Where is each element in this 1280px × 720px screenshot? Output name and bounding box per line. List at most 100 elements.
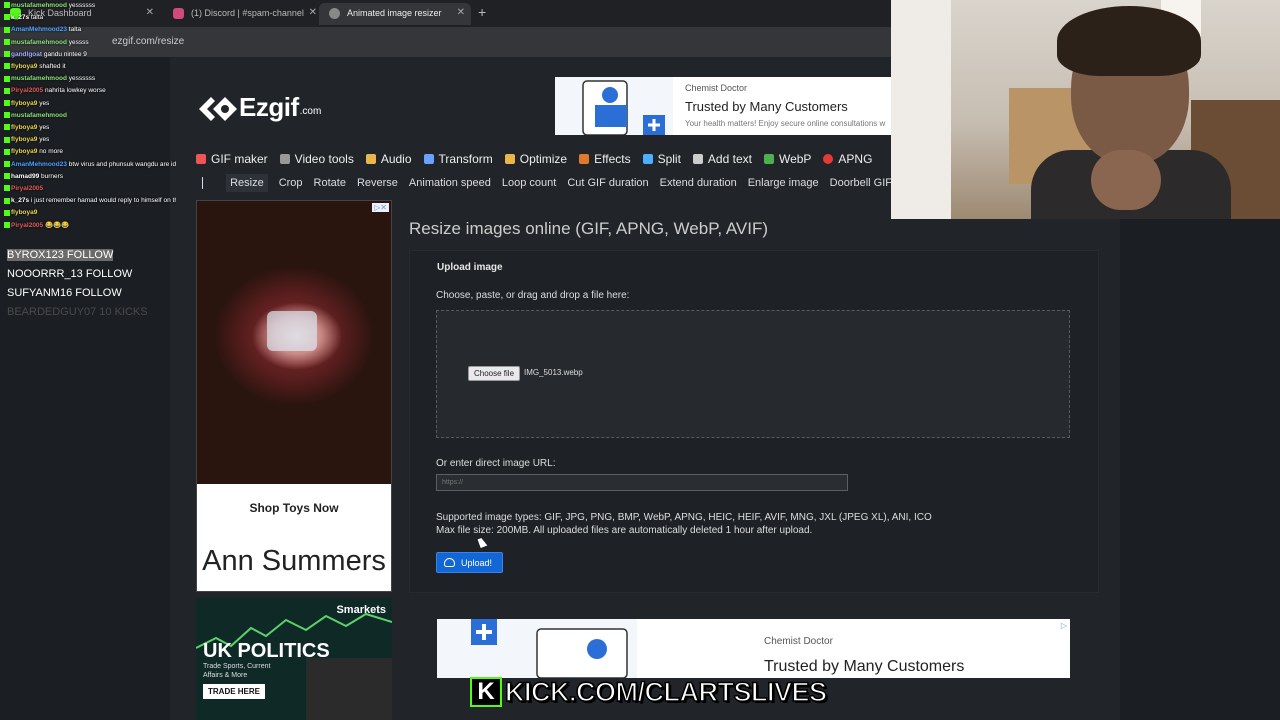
chat-username[interactable]: flyboya9 (11, 136, 37, 143)
chat-username[interactable]: AmanMehmood23 (11, 26, 67, 33)
chat-message: k_27s i just remember hamad would reply … (0, 195, 176, 207)
chat-username[interactable]: flyboya9 (11, 63, 37, 70)
ad-brand: Chemist Doctor (764, 636, 833, 647)
chat-text: shafted it (39, 63, 66, 71)
upload-button[interactable]: Upload! (436, 552, 504, 573)
kick-banner-text: KICK.COM/CLARTSLIVES (504, 676, 828, 708)
nav-apng[interactable]: APNG (823, 146, 872, 168)
page-title: Resize images online (GIF, APNG, WebP, A… (409, 219, 769, 238)
chat-text: burners (41, 172, 64, 180)
subnav-crop[interactable]: Crop (279, 177, 303, 189)
chat-username[interactable]: mustafamehmood (11, 2, 67, 9)
chat-username[interactable]: flyboya9 (11, 100, 37, 107)
tab-label: Animated image resizer (347, 8, 442, 18)
nav-transform[interactable]: Transform (423, 146, 493, 168)
subnav-rotate[interactable]: Rotate (314, 177, 346, 189)
nav-webp[interactable]: WebP (763, 146, 812, 168)
chat-username[interactable]: mustafamehmood (11, 39, 67, 46)
chat-badge-icon (4, 197, 10, 204)
subnav-resize[interactable]: Resize (226, 174, 268, 192)
ad-illustration (555, 77, 673, 135)
stream-chat-overlay: mustafamehmood yessssss k_27s talta AmanMe… (0, 0, 176, 229)
chat-message: flyboya9 yes (0, 134, 176, 146)
chat-username[interactable]: flyboya9 (11, 209, 37, 216)
subnav-cut-gif-duration[interactable]: Cut GIF duration (567, 177, 648, 189)
ezgif-logo-icon (197, 93, 237, 123)
tab-label: (1) Discord | #spam-channel (191, 8, 304, 18)
subnav-extend-duration[interactable]: Extend duration (660, 177, 737, 189)
chat-username[interactable]: mustafamehmood (11, 75, 67, 82)
chat-message: flyboya9 shafted it (0, 61, 176, 73)
subnav-animation-speed[interactable]: Animation speed (409, 177, 491, 189)
nav-gif-maker[interactable]: GIF maker (196, 146, 268, 168)
chemist-doctor-ad-top[interactable]: Chemist Doctor Trusted by Many Customers… (555, 77, 892, 135)
chat-username[interactable]: AmanMehmood23 (11, 161, 67, 168)
subnav-doorbell-gif[interactable]: Doorbell GIF (830, 177, 892, 189)
nav-effects[interactable]: Effects (579, 146, 631, 168)
kick-logo-icon: K (470, 677, 502, 707)
nav-label: Split (657, 152, 681, 166)
tab-discord[interactable]: (1) Discord | #spam-channel ✕ (163, 3, 323, 25)
subnav-enlarge-image[interactable]: Enlarge image (748, 177, 819, 189)
nav-video-tools[interactable]: Video tools (279, 146, 354, 168)
chat-message: AmanMehmood23 talta (0, 24, 176, 36)
sub-nav: Resize Crop Rotate Reverse Animation spe… (196, 172, 892, 194)
chat-username[interactable]: gandlgoat (11, 51, 42, 58)
chat-badge-icon (4, 221, 10, 228)
choose-file-button[interactable]: Choose file (468, 366, 521, 381)
ad-choices-icon[interactable]: ▷ (1061, 621, 1067, 630)
chat-username[interactable]: Piryal2005 (11, 185, 43, 192)
chat-username[interactable]: flyboya9 (11, 148, 37, 155)
nav-split[interactable]: Split (642, 146, 681, 168)
tab-animated-image-resizer[interactable]: Animated image resizer ✕ (319, 3, 471, 25)
new-tab-icon[interactable]: + (478, 4, 486, 20)
ann-summers-ad[interactable]: ▷✕ Shop Toys Now Ann Summers (196, 200, 392, 592)
ad-body: Trade Sports, Current Affairs & More (203, 663, 271, 679)
screen: Kick Dashboard ✕ (1) Discord | #spam-cha… (0, 0, 1280, 720)
chat-username[interactable]: Piryal2005 (11, 222, 43, 229)
selected-file-name: IMG_5013.webp (524, 368, 583, 377)
chat-badge-icon (4, 14, 10, 21)
ad-brand: Chemist Doctor (685, 83, 748, 93)
chat-username[interactable]: mustafamehmood (11, 112, 67, 119)
ad-subtext: Your health matters! Enjoy secure online… (685, 119, 886, 128)
chat-message: k_27s talta (0, 12, 176, 24)
chat-text: gandu nintee 9 (43, 50, 87, 58)
ad-choices-icon[interactable]: ▷✕ (372, 203, 389, 212)
chat-text: no more (39, 148, 64, 156)
chat-username[interactable]: Piryal2005 (11, 87, 43, 94)
chat-text: yessssss (68, 75, 96, 83)
choose-file-label: Choose, paste, or drag and drop a file h… (436, 290, 630, 301)
subnav-loop-count[interactable]: Loop count (502, 177, 556, 189)
close-icon[interactable]: ✕ (309, 7, 317, 18)
chat-text: nahrita lowkey worse (44, 87, 106, 95)
close-icon[interactable]: ✕ (457, 7, 465, 18)
chat-username[interactable]: k_27s (11, 197, 29, 204)
webp-icon (763, 154, 774, 164)
nav-audio[interactable]: Audio (365, 146, 412, 168)
chat-badge-icon (4, 51, 10, 58)
upload-heading: Upload image (437, 262, 503, 273)
upload-button-label: Upload! (461, 558, 493, 568)
chat-username[interactable]: k_27s (11, 14, 29, 21)
max-size-text: Max file size: 200MB. All uploaded files… (436, 525, 813, 536)
chat-username[interactable]: flyboya9 (11, 124, 37, 131)
nav-label: GIF maker (211, 152, 268, 166)
chat-badge-icon (4, 26, 10, 33)
site-right-margin (1120, 219, 1280, 720)
smarkets-ad[interactable]: Smarkets UK POLITICS Trade Sports, Curre… (196, 598, 392, 720)
ezgif-logo[interactable]: Ezgif .com (197, 92, 321, 123)
nav-optimize[interactable]: Optimize (504, 146, 567, 168)
subnav-reverse[interactable]: Reverse (357, 177, 398, 189)
nav-label: WebP (778, 152, 812, 166)
image-url-input[interactable] (436, 474, 848, 491)
nav-add-text[interactable]: Add text (692, 146, 752, 168)
ad-trade-button[interactable]: TRADE HERE (203, 684, 266, 699)
webcam-person-hair (1057, 6, 1201, 76)
chat-username[interactable]: hamad99 (11, 173, 39, 180)
chemist-doctor-ad-bottom[interactable]: Chemist Doctor Trusted by Many Customers… (437, 619, 1070, 678)
resize-tool-icon (202, 177, 204, 189)
follow-alert: BEARDEDGUY07 10 KICKS (7, 306, 148, 318)
chat-badge-icon (4, 38, 10, 45)
chat-badge-icon (4, 112, 10, 119)
